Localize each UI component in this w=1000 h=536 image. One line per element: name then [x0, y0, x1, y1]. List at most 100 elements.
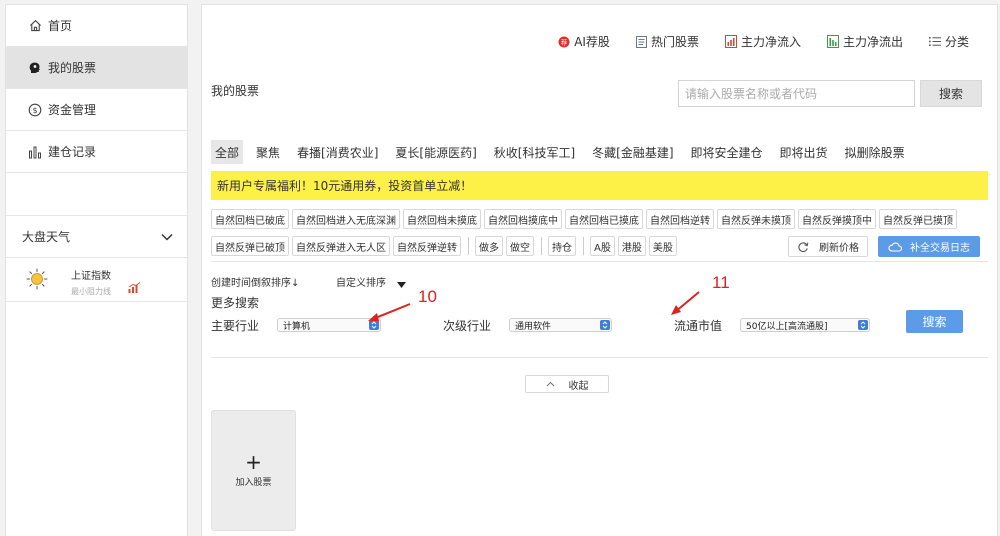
filter-search-button[interactable]: 搜索 [906, 310, 963, 333]
tab-all[interactable]: 全部 [211, 140, 244, 164]
tag-short[interactable]: 做空 [506, 236, 534, 256]
annotation-arrow-icon [368, 303, 411, 321]
tool-net-inflow[interactable]: 主力净流入 [724, 33, 801, 50]
add-stock-card[interactable]: + 加入股票 [211, 410, 296, 531]
market-cap-label: 流通市值 [674, 319, 723, 333]
tag-hk-share[interactable]: 港股 [617, 236, 646, 256]
tag-long[interactable]: 做多 [475, 236, 503, 256]
tag-filter[interactable]: 自然回档逆转 [646, 209, 714, 229]
chevron-up-icon [546, 381, 555, 387]
index-subtitle: 最小阻力线 [71, 287, 111, 296]
trend-up-icon [128, 282, 141, 296]
tab-shipping[interactable]: 即将出货 [776, 140, 832, 164]
tab-focus[interactable]: 聚焦 [252, 140, 284, 164]
tab-spring[interactable]: 春播[消费农业] [293, 140, 382, 164]
nav-funds[interactable]: $ 资金管理 [6, 89, 187, 131]
index-name: 上证指数 [71, 271, 111, 282]
nav-home-label: 首页 [48, 19, 73, 33]
tab-autumn[interactable]: 秋收[科技军工] [490, 140, 579, 164]
promo-banner[interactable]: 新用户专属福利！10元通用券，投资首单立减！ [211, 171, 988, 200]
bar-chart-icon [28, 145, 42, 159]
tag-filter[interactable]: 自然反弹逆转 [393, 236, 461, 256]
outflow-icon [826, 35, 839, 48]
tag-filter[interactable]: 自然反弹进入无人区 [292, 236, 390, 256]
annotation-10: 10 [418, 287, 437, 306]
weather-row[interactable]: 上证指数 最小阻力线 [6, 258, 187, 302]
tool-net-outflow[interactable]: 主力净流出 [826, 33, 903, 50]
nav-my-stocks-label: 我的股票 [48, 61, 97, 75]
collapse-button[interactable]: 收起 [525, 375, 609, 393]
inflow-icon [724, 35, 737, 48]
tab-summer[interactable]: 夏长[能源医药] [391, 140, 480, 164]
tool-ai-recommend[interactable]: 荐 AI荐股 [558, 33, 610, 50]
industry-value: 计算机 [283, 321, 311, 332]
nav-positions-label: 建仓记录 [48, 145, 97, 159]
refresh-price-button[interactable]: 刷新价格 [788, 236, 868, 257]
search-input[interactable] [678, 80, 915, 107]
sun-icon [26, 268, 48, 293]
market-cap-select[interactable]: 50亿以上[高流通股] [740, 318, 870, 332]
tag-filter[interactable]: 自然反弹摸顶中 [798, 209, 876, 229]
tag-filter[interactable]: 自然反弹已破顶 [211, 236, 289, 256]
divider [541, 237, 542, 255]
tag-row-2: 自然反弹已破顶 自然反弹进入无人区 自然反弹逆转 做多 做空 持仓 A股 港股 … [211, 236, 991, 256]
tool-categories-label: 分类 [944, 35, 969, 49]
trade-log-button[interactable]: 补全交易日志 [878, 236, 980, 257]
weather-header[interactable]: 大盘天气 [6, 216, 187, 258]
nav-positions[interactable]: 建仓记录 [6, 131, 187, 173]
tag-filter[interactable]: 自然回档已摸底 [565, 209, 643, 229]
tag-filter[interactable]: 自然回档摸底中 [484, 209, 562, 229]
tag-filter[interactable]: 自然反弹未摸顶 [717, 209, 795, 229]
tool-outflow-label: 主力净流出 [842, 35, 903, 49]
cloud-icon [888, 242, 902, 252]
tag-filter[interactable]: 自然反弹已摸顶 [879, 209, 957, 229]
chevron-down-icon[interactable] [161, 230, 173, 244]
tool-hot-label: 热门股票 [650, 35, 699, 49]
tag-a-share[interactable]: A股 [590, 236, 615, 256]
more-search-label: 更多搜索 [211, 296, 260, 310]
tag-filter[interactable]: 自然回档进入无底深渊 [292, 209, 400, 229]
nav-home[interactable]: 首页 [6, 5, 187, 47]
brain-head-icon [28, 61, 42, 75]
sub-industry-label: 次级行业 [443, 319, 492, 333]
ai-badge-icon: 荐 [558, 36, 570, 48]
annotation-11: 11 [712, 273, 730, 292]
list-icon [928, 36, 941, 47]
caret-down-icon[interactable] [397, 277, 406, 291]
sort-custom[interactable]: 自定义排序 [336, 274, 386, 289]
tab-to-delete[interactable]: 拟删除股票 [841, 140, 909, 164]
tag-us-share[interactable]: 美股 [648, 236, 677, 256]
add-stock-label: 加入股票 [235, 478, 272, 488]
tag-filter[interactable]: 自然回档已破底 [211, 209, 289, 229]
tag-filter[interactable]: 自然回档未摸底 [403, 209, 481, 229]
sort-by-time[interactable]: 创建时间倒叙排序↓ [211, 274, 299, 289]
sidebar: 首页 我的股票 $ 资金管理 建仓记录 大盘天气 上证指数 最小阻力线 [5, 4, 188, 536]
tool-ai-label: AI荐股 [574, 35, 610, 49]
select-arrows-icon [858, 320, 868, 330]
section-divider [211, 261, 988, 262]
tool-categories[interactable]: 分类 [928, 33, 969, 50]
category-tabs: 全部 聚焦 春播[消费农业] 夏长[能源医药] 秋收[科技军工] 冬藏[金融基建… [211, 140, 918, 164]
market-cap-value: 50亿以上[高流通股] [746, 321, 828, 332]
trade-log-label: 补全交易日志 [910, 243, 970, 254]
svg-text:荐: 荐 [561, 37, 568, 46]
main-panel: 荐 AI荐股 热门股票 主力净流入 主力净流出 分类 我的股票 请输入股票名称或… [201, 4, 998, 536]
weather-title: 大盘天气 [22, 230, 71, 244]
tab-safe-entry[interactable]: 即将安全建仓 [687, 140, 767, 164]
industry-label: 主要行业 [211, 319, 260, 333]
divider [468, 237, 469, 255]
nav-spacer [6, 173, 187, 216]
document-icon [635, 35, 647, 48]
sub-industry-select[interactable]: 通用软件 [509, 318, 612, 332]
tab-winter[interactable]: 冬藏[金融基建] [588, 140, 677, 164]
nav-my-stocks[interactable]: 我的股票 [6, 47, 187, 89]
page-title: 我的股票 [211, 84, 260, 98]
search-button[interactable]: 搜索 [920, 80, 982, 107]
tag-holding[interactable]: 持仓 [548, 236, 576, 256]
tool-hot-stocks[interactable]: 热门股票 [635, 33, 699, 50]
tag-row-1: 自然回档已破底 自然回档进入无底深渊 自然回档未摸底 自然回档摸底中 自然回档已… [211, 209, 991, 229]
sub-industry-value: 通用软件 [515, 321, 552, 332]
home-icon [28, 19, 42, 33]
money-icon: $ [28, 103, 42, 117]
nav-funds-label: 资金管理 [48, 103, 97, 117]
